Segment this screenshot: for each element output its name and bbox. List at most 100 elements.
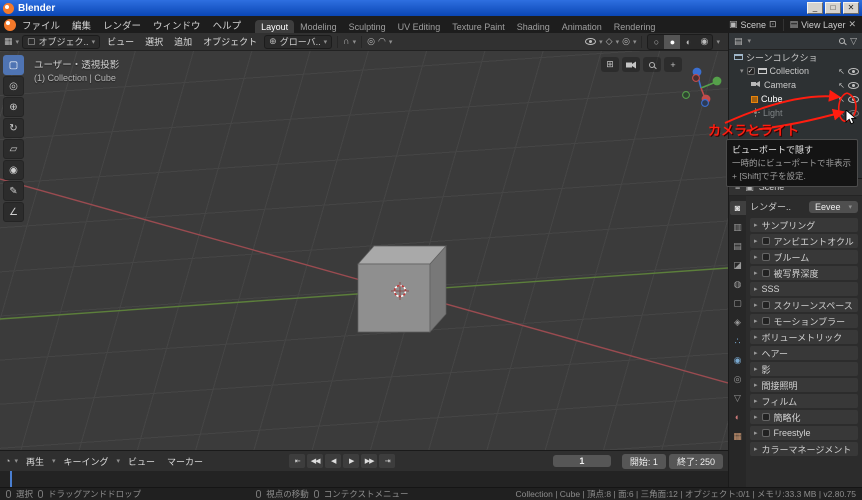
tab-scene-properties[interactable]: ◪ [730, 258, 746, 272]
browse-scene-icon[interactable]: ⊡ [769, 20, 777, 29]
move-tool[interactable]: ⊕ [3, 97, 24, 117]
transform-orientation-dropdown[interactable]: ⊕ グローバ.. ▾ [264, 34, 333, 49]
blender-menu-icon[interactable] [4, 18, 16, 31]
panel-simplify[interactable]: ▸ 簡略化 [750, 410, 858, 424]
menu-view-timeline[interactable]: ビュー [124, 455, 159, 468]
selectable-pointer-icon[interactable]: ↖ [838, 95, 845, 104]
measure-tool[interactable]: ∠ [3, 202, 24, 222]
panel-checkbox[interactable] [761, 429, 770, 437]
menu-playback[interactable]: 再生 [22, 455, 48, 468]
shading-wireframe-button[interactable]: ○ [648, 35, 664, 49]
menu-view[interactable]: ビュー [103, 35, 138, 48]
panel-sss[interactable]: ▸ SSS [750, 282, 858, 296]
rotate-tool[interactable]: ↻ [3, 118, 24, 138]
render-engine-dropdown[interactable]: Eevee ▾ [808, 200, 858, 213]
tab-render-properties[interactable]: ◙ [729, 201, 746, 215]
panel-freestyle[interactable]: ▸ Freestyle [750, 426, 858, 440]
filter-icon[interactable]: ▽ [850, 36, 857, 46]
snap-magnet-icon[interactable]: ∩ [343, 37, 349, 46]
panel-ambient-occlusion[interactable]: ▸ アンビエントオクル [750, 234, 858, 248]
panel-motion-blur[interactable]: ▸ モーションブラー [750, 314, 858, 328]
cube-object[interactable] [357, 245, 447, 333]
panel-screen-space[interactable]: ▸ スクリーンスペース [750, 298, 858, 312]
zoom-icon[interactable] [643, 57, 661, 72]
shading-rendered-button[interactable]: ◉ [696, 35, 712, 49]
hide-in-viewport-eye-icon[interactable] [848, 81, 859, 89]
panel-checkbox[interactable] [761, 237, 770, 245]
outliner-row-scene-collection[interactable]: シーンコレクショ [729, 50, 862, 64]
frame-end-field[interactable]: 終了: 250 [668, 453, 723, 469]
tab-physics-properties[interactable]: ◉ [730, 353, 746, 367]
tab-layout[interactable]: Layout [255, 20, 295, 33]
panel-sampling[interactable]: ▸ サンプリング [750, 218, 858, 232]
tab-constraint-properties[interactable]: ◎ [730, 372, 746, 386]
panel-depth-of-field[interactable]: ▸ 被写界深度 [750, 266, 858, 280]
selectable-pointer-icon[interactable]: ↖ [838, 67, 845, 76]
close-button[interactable]: ✕ [843, 2, 859, 14]
panel-volumetrics[interactable]: ▸ ボリューメトリック [750, 330, 858, 344]
selectable-pointer-icon[interactable]: ↖ [838, 109, 845, 118]
scale-tool[interactable]: ▱ [3, 139, 24, 159]
scene-selector[interactable]: Scene [741, 20, 767, 30]
tab-output-properties[interactable]: ▥ [730, 220, 746, 234]
tab-uv-editing[interactable]: UV Editing [392, 20, 447, 33]
current-frame-field[interactable]: 1 [552, 455, 611, 467]
panel-checkbox[interactable] [761, 269, 770, 277]
viewport-canvas[interactable]: ▢ ◎ ⊕ ↻ ▱ ◉ ✎ ∠ ユーザー・透視投影 (1) Collection… [0, 51, 728, 450]
collection-checkbox[interactable] [746, 67, 755, 75]
transform-tool[interactable]: ◉ [3, 160, 24, 180]
editor-type-3d-viewport-icon[interactable]: ▦ [4, 37, 13, 46]
tab-animation[interactable]: Animation [556, 20, 608, 33]
editor-type-outliner-icon[interactable]: ▤ [734, 36, 743, 46]
overlays-icon[interactable]: ◎ [622, 37, 630, 46]
box-select-tool[interactable]: ▢ [3, 55, 24, 75]
menu-keying[interactable]: キーイング [59, 455, 112, 468]
panel-indirect-lighting[interactable]: ▸ 間接照明 [750, 378, 858, 392]
selectable-pointer-icon[interactable]: ↖ [838, 81, 845, 90]
perspective-grid-icon[interactable]: ⊞ [601, 57, 619, 72]
panel-checkbox[interactable] [761, 317, 770, 325]
tab-sculpting[interactable]: Sculpting [343, 20, 392, 33]
timeline-track[interactable] [0, 471, 728, 487]
tab-texture-paint[interactable]: Texture Paint [446, 20, 511, 33]
menu-help[interactable]: ヘルプ [207, 18, 248, 32]
hide-in-viewport-eye-icon[interactable] [848, 67, 859, 75]
jump-to-start-button[interactable]: ⇤ [289, 454, 306, 468]
tab-material-properties[interactable]: ◐ [730, 410, 746, 424]
play-reverse-button[interactable]: ◀ [325, 454, 342, 468]
view-layer-selector[interactable]: View Layer [801, 20, 845, 30]
panel-hair[interactable]: ▸ ヘアー [750, 346, 858, 360]
annotate-tool[interactable]: ✎ [3, 181, 24, 201]
tab-rendering[interactable]: Rendering [608, 20, 662, 33]
mode-dropdown[interactable]: ▢ オブジェク.. ▾ [22, 34, 101, 49]
next-keyframe-button[interactable]: ▶▶ [361, 454, 378, 468]
maximize-button[interactable]: □ [825, 2, 841, 14]
gizmo-y-axis[interactable] [712, 76, 722, 86]
panel-color-management[interactable]: ▸ カラーマネージメント [750, 442, 858, 456]
tab-object-properties[interactable]: ▢ [730, 296, 746, 310]
shading-solid-button[interactable]: ● [664, 34, 681, 49]
shading-material-button[interactable]: ◐ [680, 35, 696, 49]
search-icon[interactable] [839, 38, 846, 44]
menu-window[interactable]: ウィンドウ [147, 18, 207, 32]
panel-checkbox[interactable] [761, 301, 770, 309]
proportional-editing-icon[interactable]: ◎ [367, 37, 375, 46]
tab-particle-properties[interactable]: ∴ [730, 334, 746, 348]
gizmos-icon[interactable]: ◇ [606, 37, 613, 46]
play-button[interactable]: ▶ [343, 454, 360, 468]
editor-type-timeline-icon[interactable]: ◔ [5, 456, 10, 466]
panel-checkbox[interactable] [761, 253, 770, 261]
minimize-button[interactable]: _ [807, 2, 823, 14]
tab-world-properties[interactable]: ◍ [730, 277, 746, 291]
panel-checkbox[interactable] [761, 413, 770, 421]
menu-edit[interactable]: 編集 [66, 18, 97, 32]
previous-keyframe-button[interactable]: ◀◀ [307, 454, 324, 468]
outliner-row-collection[interactable]: ▾ Collection ↖ [729, 64, 862, 78]
cursor-tool[interactable]: ◎ [3, 76, 24, 96]
panel-bloom[interactable]: ▸ ブルーム [750, 250, 858, 264]
titlebar[interactable]: Blender _ □ ✕ [0, 0, 862, 16]
tab-object-data-properties[interactable]: ▽ [730, 391, 746, 405]
tab-modeling[interactable]: Modeling [294, 20, 343, 33]
tab-shading[interactable]: Shading [511, 20, 556, 33]
remove-view-layer-icon[interactable]: ✕ [848, 20, 856, 29]
